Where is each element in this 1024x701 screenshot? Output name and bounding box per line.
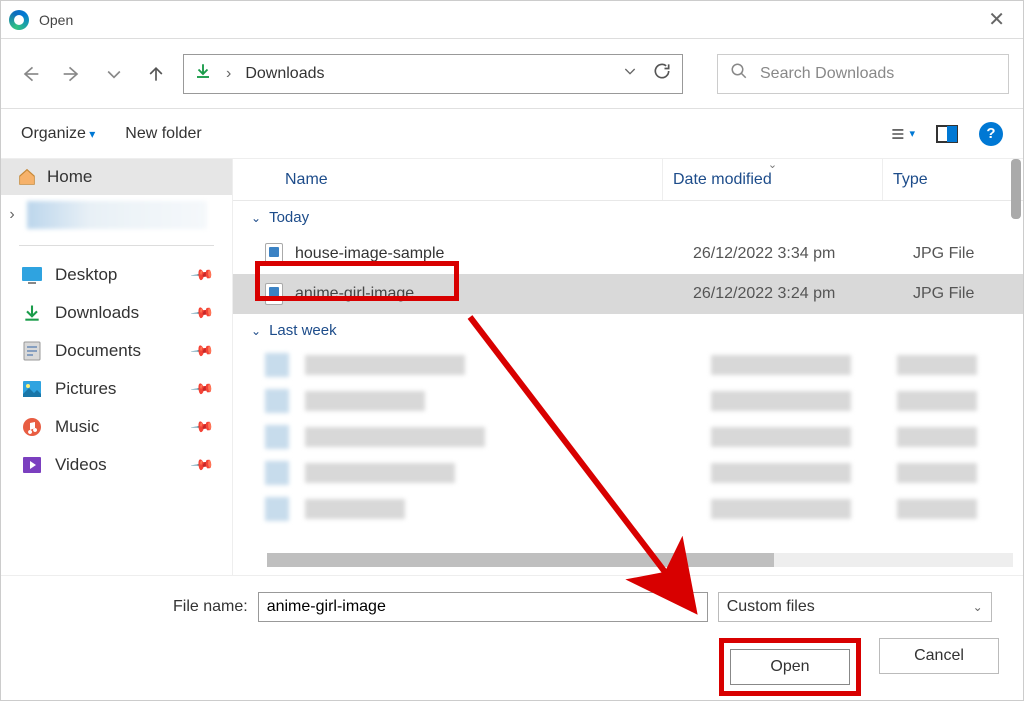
group-header-lastweek[interactable]: ⌄ Last week [233, 314, 1023, 347]
close-icon[interactable]: ✕ [978, 7, 1015, 32]
pictures-icon [21, 378, 43, 400]
filename-input[interactable] [258, 592, 708, 622]
pin-icon: 📌 [190, 338, 216, 364]
blurred-file-row [233, 455, 1023, 491]
music-icon [21, 416, 43, 438]
search-icon [730, 62, 748, 85]
group-header-today[interactable]: ⌄ Today [233, 201, 1023, 234]
sidebar-item-videos[interactable]: Videos 📌 [15, 446, 218, 484]
file-name: house-image-sample [295, 245, 693, 263]
sidebar: Home › Desktop 📌 Downloads 📌 Documents 📌 [1, 159, 233, 575]
sidebar-item-label: Music [55, 417, 99, 437]
desktop-icon [21, 264, 43, 286]
sidebar-recent-item[interactable]: › [1, 195, 232, 235]
blurred-content [27, 201, 207, 229]
annotation-highlight: Open [719, 638, 861, 696]
pin-icon: 📌 [190, 262, 216, 288]
address-location: Downloads [245, 65, 608, 83]
toolbar: Organize New folder ▾ ? [1, 109, 1023, 159]
refresh-icon[interactable] [652, 61, 672, 86]
blurred-file-row [233, 419, 1023, 455]
footer: File name: Custom files ⌄ Open Cancel [1, 575, 1023, 701]
chevron-down-icon: ⌄ [251, 324, 261, 338]
chevron-right-icon: › [3, 206, 21, 224]
file-type: JPG File [913, 285, 1023, 303]
view-menu-icon[interactable]: ▾ [891, 122, 915, 146]
blurred-file-row [233, 347, 1023, 383]
chevron-down-icon: ⌄ [251, 211, 261, 225]
forward-button[interactable] [57, 59, 87, 89]
nav-row: › Downloads [1, 39, 1023, 109]
image-file-icon [265, 283, 283, 305]
help-icon[interactable]: ? [979, 122, 1003, 146]
file-pane: Name ⌄Date modified Type ⌄ Today house-i… [233, 159, 1023, 575]
horizontal-scrollbar[interactable] [267, 553, 1013, 567]
sidebar-item-label: Videos [55, 455, 107, 475]
open-button[interactable]: Open [730, 649, 850, 685]
sidebar-item-label: Pictures [55, 379, 116, 399]
main-area: Home › Desktop 📌 Downloads 📌 Documents 📌 [1, 159, 1023, 575]
path-separator-icon: › [226, 65, 231, 83]
separator [19, 245, 214, 246]
sidebar-item-desktop[interactable]: Desktop 📌 [15, 256, 218, 294]
chevron-down-icon: ⌄ [973, 600, 983, 614]
file-name: anime-girl-image [295, 285, 693, 303]
documents-icon [21, 340, 43, 362]
address-bar[interactable]: › Downloads [183, 54, 683, 94]
sidebar-item-label: Desktop [55, 265, 117, 285]
home-icon [17, 168, 37, 186]
address-dropdown-icon[interactable] [622, 63, 638, 84]
organize-menu[interactable]: Organize [21, 125, 95, 143]
search-box[interactable] [717, 54, 1009, 94]
pin-icon: 📌 [190, 376, 216, 402]
titlebar: Open ✕ [1, 1, 1023, 39]
pin-icon: 📌 [190, 414, 216, 440]
file-date: 26/12/2022 3:24 pm [693, 285, 913, 303]
filetype-select[interactable]: Custom files ⌄ [718, 592, 992, 622]
blurred-file-row [233, 491, 1023, 527]
downloads-icon [21, 302, 43, 324]
videos-icon [21, 454, 43, 476]
preview-pane-icon[interactable] [935, 122, 959, 146]
search-input[interactable] [760, 65, 996, 83]
sidebar-item-documents[interactable]: Documents 📌 [15, 332, 218, 370]
file-date: 26/12/2022 3:34 pm [693, 245, 913, 263]
history-dropdown-icon[interactable] [99, 59, 129, 89]
sidebar-item-downloads[interactable]: Downloads 📌 [15, 294, 218, 332]
cancel-button[interactable]: Cancel [879, 638, 999, 674]
sidebar-home-label: Home [47, 167, 92, 187]
new-folder-button[interactable]: New folder [125, 125, 201, 143]
sidebar-home[interactable]: Home [1, 159, 232, 195]
image-file-icon [265, 243, 283, 265]
window-title: Open [39, 12, 73, 28]
blurred-file-row [233, 383, 1023, 419]
column-date[interactable]: ⌄Date modified [663, 159, 883, 200]
file-row-selected[interactable]: anime-girl-image 26/12/2022 3:24 pm JPG … [233, 274, 1023, 314]
sidebar-item-label: Downloads [55, 303, 139, 323]
up-button[interactable] [141, 59, 171, 89]
column-type[interactable]: Type [883, 159, 1023, 200]
sidebar-item-music[interactable]: Music 📌 [15, 408, 218, 446]
back-button[interactable] [15, 59, 45, 89]
file-type: JPG File [913, 245, 1023, 263]
downloads-location-icon [194, 62, 212, 85]
edge-icon [9, 10, 29, 30]
vertical-scrollbar[interactable] [1011, 159, 1021, 219]
sidebar-item-label: Documents [55, 341, 141, 361]
file-list-header: Name ⌄Date modified Type [233, 159, 1023, 201]
pin-icon: 📌 [190, 300, 216, 326]
filetype-selected: Custom files [727, 598, 815, 616]
filename-label: File name: [173, 598, 248, 616]
sort-indicator-icon: ⌄ [768, 159, 777, 171]
column-name[interactable]: Name [233, 159, 663, 200]
sidebar-item-pictures[interactable]: Pictures 📌 [15, 370, 218, 408]
file-row[interactable]: house-image-sample 26/12/2022 3:34 pm JP… [233, 234, 1023, 274]
pin-icon: 📌 [190, 452, 216, 478]
